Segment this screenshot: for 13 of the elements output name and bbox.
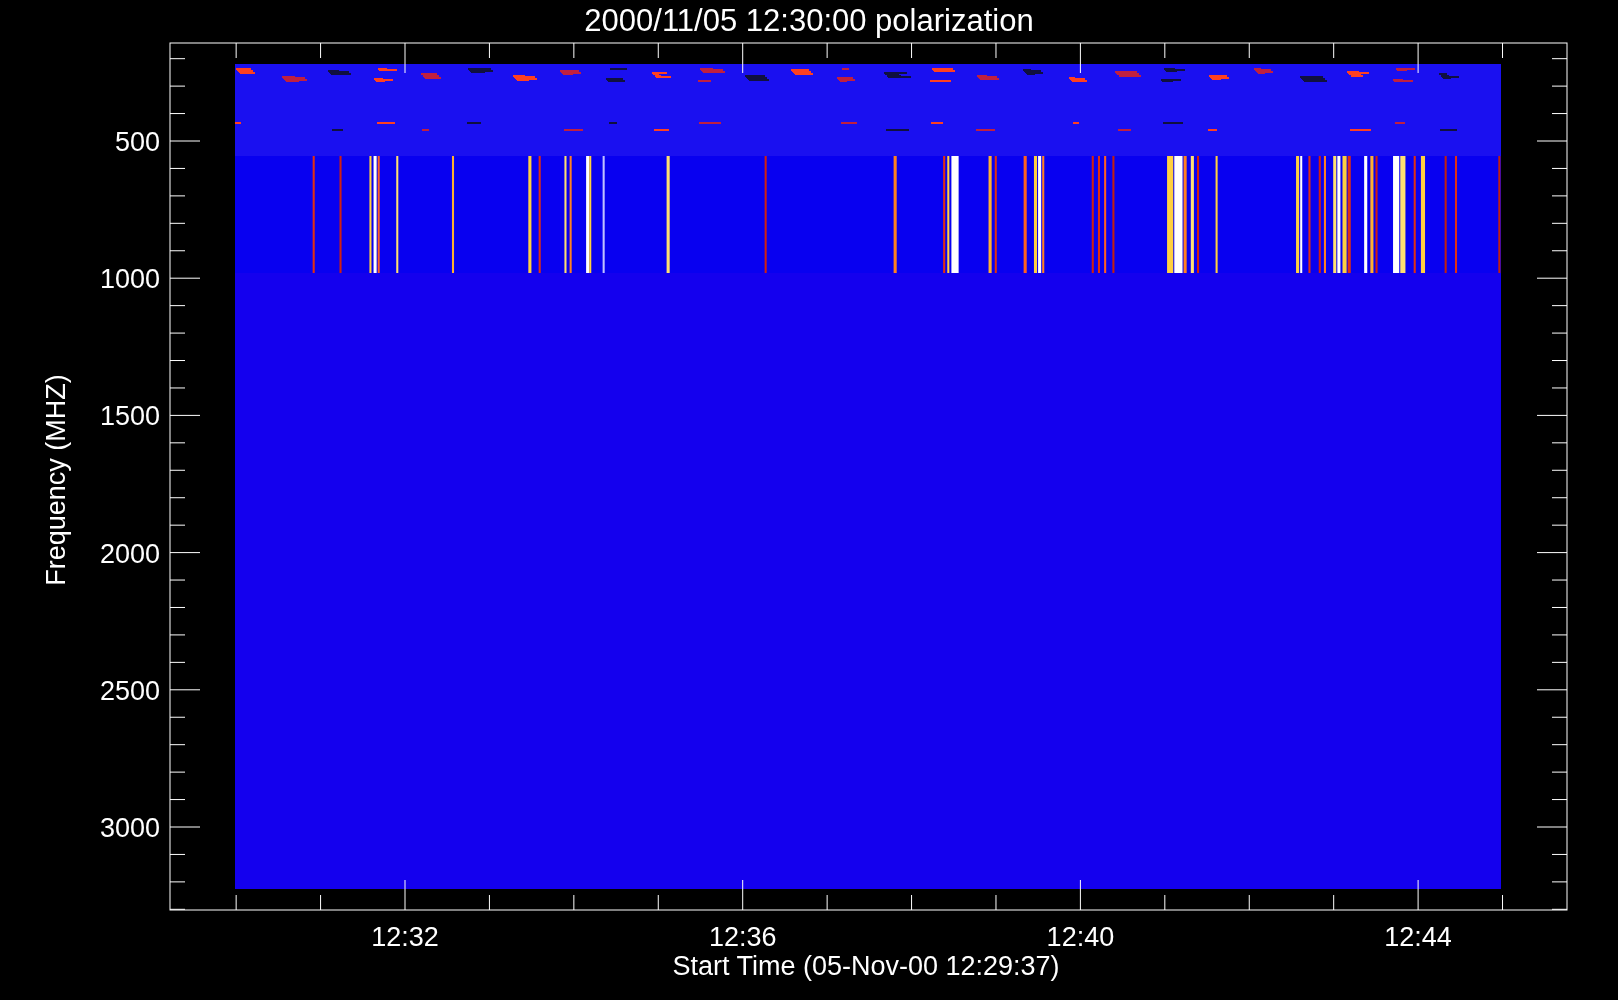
tick-label: 1000 <box>99 264 160 295</box>
tick-label: 1500 <box>99 401 160 432</box>
tick-label: 500 <box>114 127 160 157</box>
chart-title: 2000/11/05 12:30:00 polarization <box>584 3 1034 38</box>
axis-label: Start Time (05-Nov-00 12:29:37) <box>672 951 1060 981</box>
tick-label: 12:36 <box>708 922 777 952</box>
tick-label: 12:40 <box>1046 922 1115 952</box>
tick-label: 12:32 <box>371 922 439 952</box>
tick-label: 3000 <box>99 813 160 843</box>
tick-label: 12:44 <box>1384 922 1452 952</box>
axis-label: Frequency (MHZ) <box>41 374 71 586</box>
tick-label: 2500 <box>99 675 160 706</box>
tick-label: 2000 <box>99 538 160 569</box>
